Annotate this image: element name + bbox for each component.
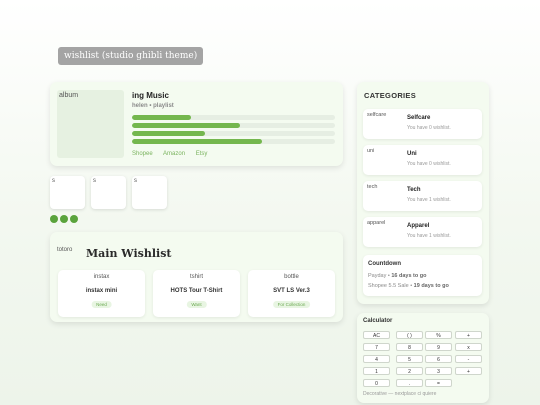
category-name: Uni (407, 151, 417, 157)
apparel-icon: apparel (367, 220, 386, 226)
uni-icon: uni (367, 148, 375, 154)
progress-bar-1 (132, 115, 335, 120)
thumbnail[interactable]: s (132, 176, 167, 209)
calculator-heading: Calculator (363, 318, 393, 324)
page-title: wishlist (studio ghibli theme) (58, 47, 204, 65)
calculator-key[interactable]: x (455, 343, 482, 351)
category-selfcare[interactable]: selfcare Selfcare You have 0 wishlist. (363, 109, 482, 139)
progress-bar-2 (132, 123, 335, 128)
calculator-key[interactable]: AC (363, 331, 390, 339)
calculator-key[interactable]: % (425, 331, 452, 339)
categories-panel: CATEGORIES selfcare Selfcare You have 0 … (357, 82, 489, 304)
calculator-panel: Calculator AC( )% +7 8 9 x 4 5 6-1 2 3 +0. = Decora… (357, 313, 489, 403)
calculator-key[interactable]: = (425, 379, 452, 387)
album-art: album (57, 90, 124, 158)
calculator-key[interactable]: 9 (425, 343, 452, 351)
item-image: tshirt (189, 274, 203, 280)
countdown-heading: Countdown (368, 261, 401, 267)
category-count: You have 0 wishlist. (407, 125, 451, 131)
calculator-key[interactable]: 1 (363, 367, 390, 375)
category-count: You have 0 wishlist. (407, 161, 451, 167)
countdown-item: Shopee 5.5 Sale • 19 days to go (368, 283, 449, 289)
item-tag: Need (91, 301, 112, 308)
dot-indicator[interactable] (70, 215, 78, 223)
thumbnail[interactable]: s (91, 176, 126, 209)
calculator-key[interactable]: 3 (425, 367, 452, 375)
calculator-key[interactable]: ( ) (396, 331, 423, 339)
item-name: SVT LS Ver.3 (273, 288, 310, 294)
wishlist-title: Main Wishlist (86, 247, 172, 260)
category-tech[interactable]: tech Tech You have 1 wishlist. (363, 181, 482, 211)
category-name: Selfcare (407, 115, 431, 121)
amazon-link[interactable]: Amazon (163, 151, 185, 157)
countdown-item: Payday • 16 days to go (368, 273, 427, 279)
calculator-key[interactable]: 2 (396, 367, 423, 375)
wishlist-item[interactable]: bottle SVT LS Ver.3 For Collection (248, 270, 335, 317)
item-image: instax (93, 274, 110, 280)
music-subtitle: helen • playlist (132, 103, 174, 109)
categories-heading: CATEGORIES (364, 91, 417, 100)
calculator-key[interactable]: 0 (363, 379, 390, 387)
calculator-key[interactable]: 8 (396, 343, 423, 351)
calculator-key[interactable]: . (396, 379, 423, 387)
category-uni[interactable]: uni Uni You have 0 wishlist. (363, 145, 482, 175)
category-count: You have 1 wishlist. (407, 197, 451, 203)
progress-bar-4 (132, 139, 335, 144)
thumbnail[interactable]: s (50, 176, 85, 209)
calculator-key[interactable]: 7 (363, 343, 390, 351)
etsy-link[interactable]: Etsy (196, 151, 208, 157)
main-wishlist-card: totoro Main Wishlist instax instax mini … (50, 232, 343, 322)
progress-bar-3 (132, 131, 335, 136)
dot-indicator[interactable] (60, 215, 68, 223)
calculator-key[interactable]: 4 (363, 355, 390, 363)
dot-indicator[interactable] (50, 215, 58, 223)
calculator-note: Decorative — nextplace ci quiere (363, 391, 437, 397)
item-tag: For Collection (272, 301, 311, 308)
store-links: Shopee Amazon Etsy (132, 151, 216, 157)
music-player-card: album ing Music helen • playlist Shopee … (50, 82, 343, 166)
category-name: Apparel (407, 223, 430, 229)
calculator-key[interactable]: 6 (425, 355, 452, 363)
music-title: ing Music (132, 91, 169, 100)
category-apparel[interactable]: apparel Apparel You have 1 wishlist. (363, 217, 482, 247)
category-name: Tech (407, 187, 421, 193)
calculator-key[interactable]: - (455, 355, 482, 363)
wishlist-item[interactable]: instax instax mini Need (58, 270, 145, 317)
totoro-icon: totoro (57, 247, 73, 253)
item-name: instax mini (85, 288, 118, 294)
selfcare-icon: selfcare (367, 112, 387, 118)
tech-icon: tech (367, 184, 378, 190)
category-count: You have 1 wishlist. (407, 233, 451, 239)
calculator-key[interactable]: + (455, 331, 482, 339)
item-image: bottle (284, 274, 299, 280)
wishlist-item[interactable]: tshirt HOTS Tour T-Shirt Want (153, 270, 240, 317)
countdown-box: Countdown Payday • 16 days to go Shopee … (363, 255, 482, 296)
item-tag: Want (186, 301, 207, 308)
item-name: HOTS Tour T-Shirt (170, 288, 223, 294)
calculator-key[interactable]: + (455, 367, 482, 375)
shopee-link[interactable]: Shopee (132, 151, 153, 157)
calculator-key[interactable]: 5 (396, 355, 423, 363)
